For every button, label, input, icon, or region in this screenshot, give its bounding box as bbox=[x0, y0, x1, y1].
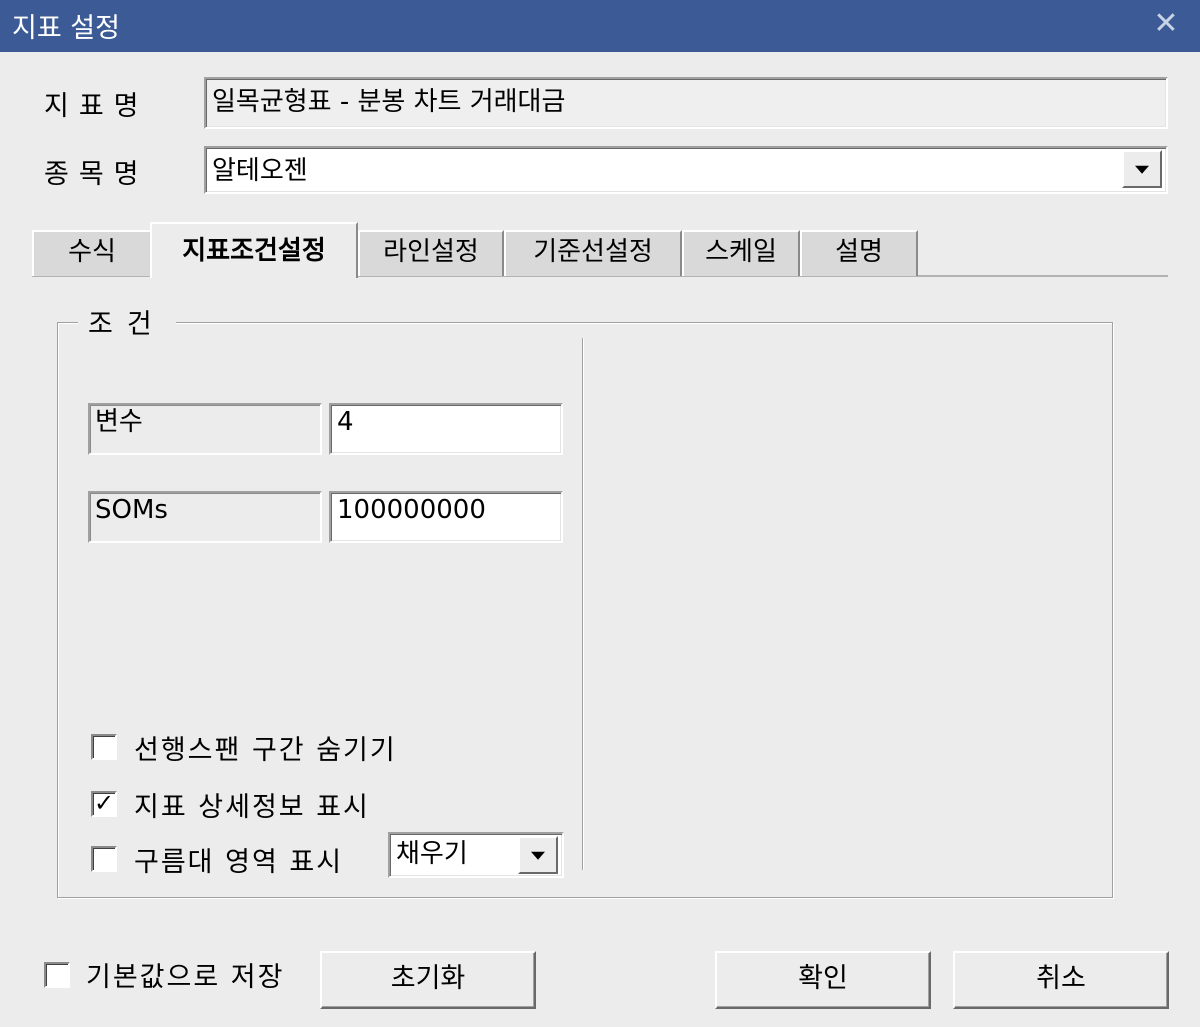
tab-formula[interactable]: 수식 bbox=[32, 230, 152, 276]
window-title: 지표 설정 bbox=[12, 13, 120, 44]
cloud-area-checkbox[interactable] bbox=[91, 846, 117, 872]
close-icon[interactable]: ✕ bbox=[1146, 4, 1186, 44]
tab-description[interactable]: 설명 bbox=[800, 230, 918, 276]
reset-button[interactable]: 초기화 bbox=[320, 951, 536, 1009]
tab-indicator-conditions[interactable]: 지표조건설정 bbox=[150, 222, 358, 278]
tab-scale-label: 스케일 bbox=[705, 237, 777, 267]
tab-scale[interactable]: 스케일 bbox=[682, 230, 800, 276]
fill-select-value: 채우기 bbox=[396, 839, 468, 869]
leading-span-hide-checkbox[interactable] bbox=[91, 734, 117, 760]
param-label-soms: SOMs bbox=[88, 491, 322, 543]
fill-dropdown-button[interactable] bbox=[518, 836, 558, 874]
group-divider bbox=[582, 338, 584, 870]
indicator-name-label: 지표명 bbox=[44, 91, 149, 122]
tab-formula-label: 수식 bbox=[68, 237, 116, 267]
tab-line-settings-label: 라인설정 bbox=[383, 237, 479, 267]
indicator-detail-label: 지표 상세정보 표시 bbox=[134, 792, 370, 823]
chevron-down-icon bbox=[1135, 165, 1149, 174]
tab-line-settings[interactable]: 라인설정 bbox=[358, 230, 504, 276]
checkmark-icon: ✓ bbox=[93, 789, 115, 817]
save-default-label: 기본값으로 저장 bbox=[86, 962, 285, 993]
symbol-value: 알테오젠 bbox=[212, 156, 308, 186]
title-bar: 지표 설정 ✕ bbox=[0, 0, 1200, 52]
conditions-group-label: 조건 bbox=[78, 302, 176, 341]
symbol-name-label: 종목명 bbox=[44, 159, 149, 190]
symbol-combobox[interactable]: 알테오젠 bbox=[204, 146, 1168, 194]
tab-baseline-settings-label: 기준선설정 bbox=[533, 237, 653, 267]
param-input-variable[interactable]: 4 bbox=[329, 403, 563, 455]
ok-button[interactable]: 확인 bbox=[715, 951, 931, 1009]
cancel-button[interactable]: 취소 bbox=[953, 951, 1169, 1009]
indicator-name-field: 일목균형표 - 분봉 차트 거래대금 bbox=[204, 77, 1168, 129]
chevron-down-icon bbox=[531, 851, 545, 860]
symbol-dropdown-button[interactable] bbox=[1122, 150, 1162, 188]
tab-description-label: 설명 bbox=[835, 237, 883, 267]
tab-indicator-conditions-label: 지표조건설정 bbox=[182, 236, 326, 266]
save-default-checkbox[interactable] bbox=[44, 962, 70, 988]
param-input-soms[interactable]: 100000000 bbox=[329, 491, 563, 543]
tab-baseline-settings[interactable]: 기준선설정 bbox=[504, 230, 682, 276]
leading-span-hide-label: 선행스팬 구간 숨기기 bbox=[134, 735, 397, 766]
cloud-area-label: 구름대 영역 표시 bbox=[134, 847, 344, 878]
indicator-detail-checkbox[interactable]: ✓ bbox=[91, 791, 117, 817]
param-label-variable: 변수 bbox=[88, 403, 322, 455]
